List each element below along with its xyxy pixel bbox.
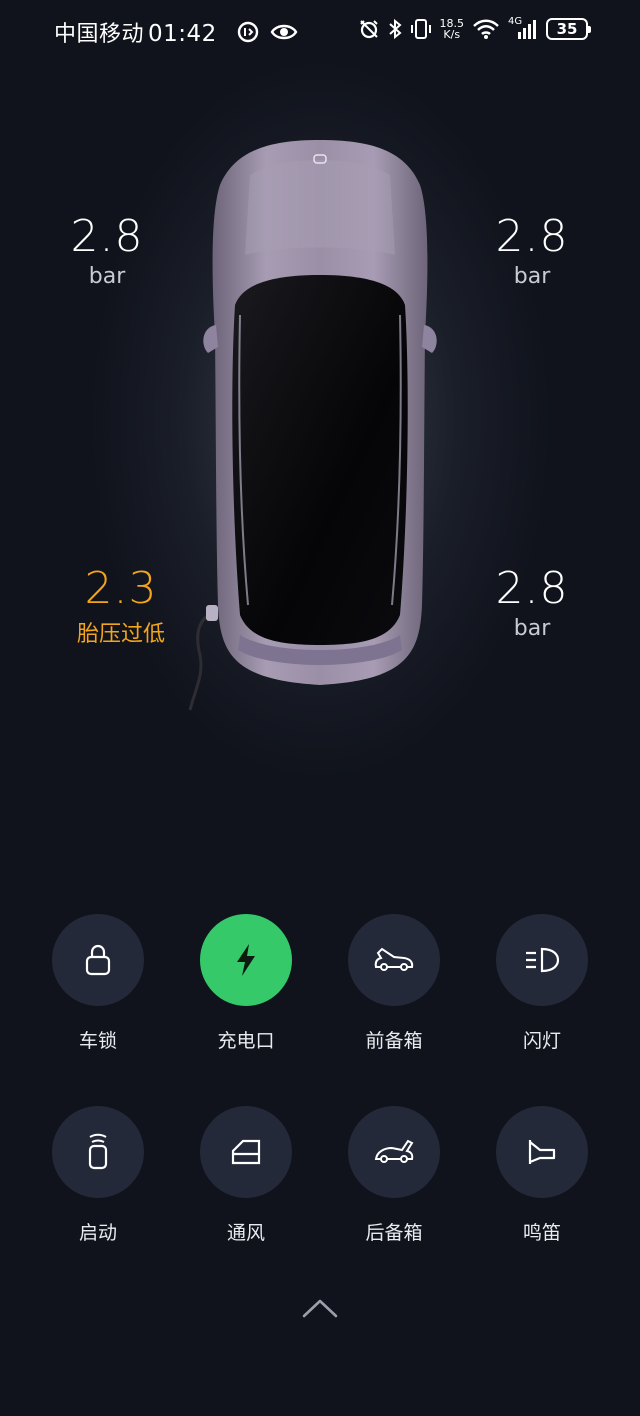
tire-rear-left-warning: 2.3 胎压过低: [51, 564, 191, 648]
flash-lights-button[interactable]: [496, 914, 588, 1006]
bluetooth-icon: [388, 18, 402, 40]
wifi-icon: [473, 19, 499, 39]
control-rear-trunk[interactable]: 后备箱: [324, 1106, 464, 1245]
signal-icon: 4G: [508, 16, 538, 40]
control-label: 后备箱: [365, 1222, 423, 1244]
control-horn[interactable]: 鸣笛: [472, 1106, 612, 1245]
tire-pressure-unit: bar: [513, 264, 551, 289]
status-left-icons: [236, 20, 298, 44]
lightning-icon: [237, 944, 255, 976]
rear-trunk-button[interactable]: [348, 1106, 440, 1198]
network-speed: 18.5 K/s: [440, 18, 465, 40]
control-start[interactable]: 启动: [28, 1106, 168, 1245]
status-left: 中国移动 01:42: [54, 16, 217, 48]
status-bar: 中国移动 01:42 18.5 K/s 4G 35: [0, 0, 640, 62]
charge-port-button[interactable]: [200, 914, 292, 1006]
battery-icon: 35: [546, 18, 591, 40]
control-lock[interactable]: 车锁: [28, 914, 168, 1053]
car-key-icon: [88, 1133, 108, 1170]
front-trunk-icon: [374, 947, 414, 971]
chevron-up-icon[interactable]: [300, 1296, 340, 1320]
window-icon: [231, 1139, 261, 1165]
battery-level: 35: [556, 20, 578, 38]
control-label: 鸣笛: [522, 1222, 561, 1244]
headlight-icon: [526, 947, 560, 973]
rear-trunk-icon: [374, 1139, 414, 1163]
tire-pressure-unit: bar: [88, 264, 126, 289]
tire-pressure-unit: bar: [513, 616, 551, 641]
horn-button[interactable]: [496, 1106, 588, 1198]
car-top-view-image: [188, 140, 437, 711]
control-label: 启动: [78, 1222, 117, 1244]
tire-pressure-value: 2.8: [495, 563, 569, 614]
data-saver-icon: [237, 21, 259, 43]
carrier-name: 中国移动: [54, 22, 145, 47]
control-flash-lights[interactable]: 闪灯: [472, 914, 612, 1053]
control-label: 充电口: [217, 1030, 275, 1052]
status-right-icons: 18.5 K/s 4G 35: [358, 16, 591, 40]
lock-button[interactable]: [52, 914, 144, 1006]
net-speed-unit: K/s: [443, 28, 461, 41]
alarm-off-icon: [359, 20, 378, 39]
control-front-trunk[interactable]: 前备箱: [324, 914, 464, 1053]
tire-front-right: 2.8 bar: [462, 211, 602, 290]
eye-icon: [270, 24, 298, 40]
tire-pressure-value: 2.8: [495, 211, 569, 262]
control-label: 闪灯: [522, 1030, 561, 1052]
start-button[interactable]: [52, 1106, 144, 1198]
control-label: 通风: [226, 1222, 265, 1244]
control-label: 车锁: [78, 1030, 117, 1052]
control-ventilation[interactable]: 通风: [176, 1106, 316, 1245]
tire-rear-right: 2.8 bar: [462, 563, 602, 642]
tire-front-left: 2.8 bar: [37, 211, 177, 290]
front-trunk-button[interactable]: [348, 914, 440, 1006]
lock-icon: [85, 944, 111, 976]
tire-pressure-value: 2.8: [70, 211, 144, 262]
tire-pressure-warning-text: 胎压过低: [76, 622, 165, 647]
control-charge-port[interactable]: 充电口: [176, 914, 316, 1053]
vibrate-icon: [410, 19, 431, 39]
tire-pressure-value: 2.3: [84, 563, 158, 614]
clock: 01:42: [148, 21, 217, 47]
ventilation-button[interactable]: [200, 1106, 292, 1198]
control-label: 前备箱: [365, 1030, 423, 1052]
horn-icon: [528, 1140, 556, 1164]
